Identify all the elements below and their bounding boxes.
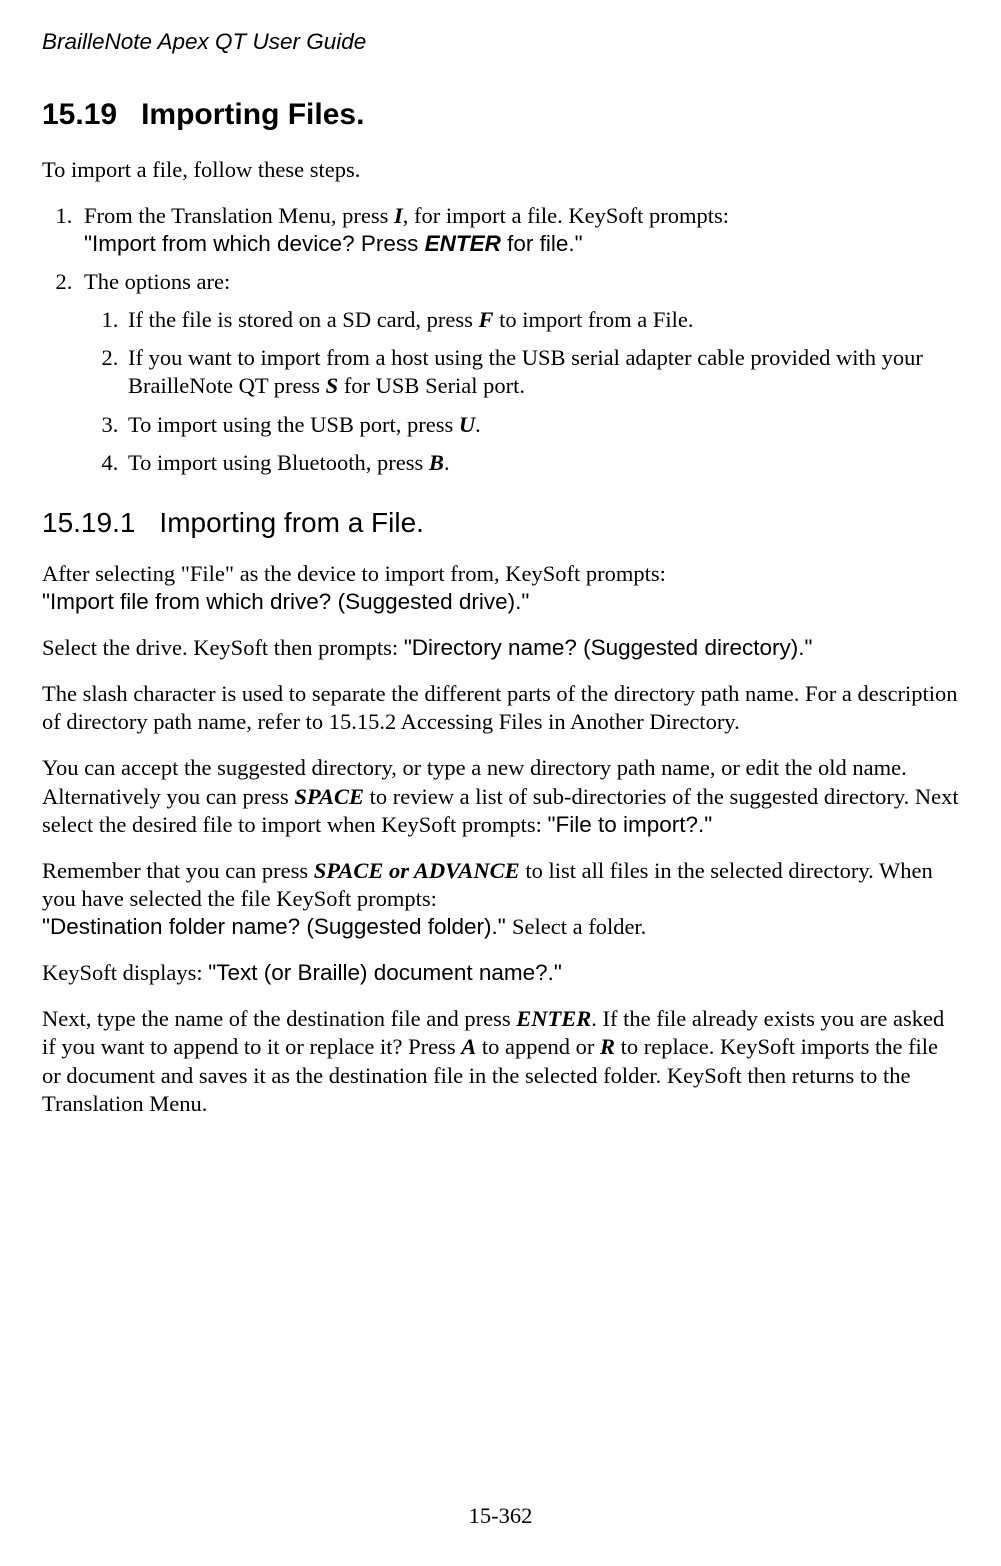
step-1: From the Translation Menu, press I, for … <box>78 202 959 258</box>
p1-line1: After selecting "File" as the device to … <box>42 561 666 586</box>
p5-c: Select a folder. <box>512 914 646 939</box>
section-title: Importing Files. <box>141 98 364 131</box>
keycap-U: U <box>459 412 475 437</box>
step-1-pre: From the Translation Menu, press <box>84 203 394 228</box>
subsection-heading: 15.19.1 Importing from a File. <box>42 505 959 540</box>
step-2-lead: The options are: <box>84 269 230 294</box>
option-2-post: for USB Serial port. <box>338 373 525 398</box>
keycap-B: B <box>429 450 444 475</box>
option-1-pre: If the file is stored on a SD card, pres… <box>128 307 479 332</box>
step-1-post: , for import a file. KeySoft prompts: <box>403 203 729 228</box>
p-after-select-file: After selecting "File" as the device to … <box>42 560 959 616</box>
prompt-file-to-import: "File to import?." <box>548 812 713 837</box>
p-slash-explain: The slash character is used to separate … <box>42 680 959 736</box>
keycap-I: I <box>394 203 403 228</box>
intro-paragraph: To import a file, follow these steps. <box>42 156 959 184</box>
option-4-post: . <box>444 450 450 475</box>
p-select-drive: Select the drive. KeySoft then prompts: … <box>42 634 959 662</box>
steps-list: From the Translation Menu, press I, for … <box>42 202 959 477</box>
p7-a: Next, type the name of the destination f… <box>42 1006 516 1031</box>
keycap-SPACE-ADVANCE: SPACE or ADVANCE <box>314 858 520 883</box>
keycap-ENTER: ENTER <box>425 231 501 256</box>
prompt-directory-name: "Directory name? (Suggested directory)." <box>404 635 813 660</box>
subsection-title: Importing from a File. <box>159 507 424 538</box>
options-list: If the file is stored on a SD card, pres… <box>84 306 959 477</box>
p5-a: Remember that you can press <box>42 858 314 883</box>
p-next-type-name: Next, type the name of the destination f… <box>42 1005 959 1118</box>
keycap-R: R <box>600 1034 615 1059</box>
prompt-document-name: "Text (or Braille) document name?." <box>208 960 562 985</box>
p-keysoft-displays: KeySoft displays: "Text (or Braille) doc… <box>42 959 959 987</box>
p-accept-directory: You can accept the suggested directory, … <box>42 754 959 838</box>
doc-header: BrailleNote Apex QT User Guide <box>42 28 959 56</box>
keycap-A: A <box>461 1034 476 1059</box>
option-3: To import using the USB port, press U. <box>124 411 959 439</box>
p-remember-space: Remember that you can press SPACE or ADV… <box>42 857 959 941</box>
p6-a: KeySoft displays: <box>42 960 208 985</box>
option-4-pre: To import using Bluetooth, press <box>128 450 429 475</box>
prompt-destination-folder: "Destination folder name? (Suggested fol… <box>42 914 512 939</box>
option-4: To import using Bluetooth, press B. <box>124 449 959 477</box>
prompt-import-device-post: for file." <box>501 231 583 256</box>
option-1-post: to import from a File. <box>494 307 694 332</box>
option-2-pre: If you want to import from a host using … <box>128 345 923 398</box>
option-2: If you want to import from a host using … <box>124 344 959 400</box>
prompt-import-device-pre: "Import from which device? Press <box>84 231 425 256</box>
keycap-ENTER-2: ENTER <box>516 1006 591 1031</box>
option-3-post: . <box>475 412 481 437</box>
option-3-pre: To import using the USB port, press <box>128 412 459 437</box>
section-heading: 15.19 Importing Files. <box>42 96 959 134</box>
prompt-import-drive: "Import file from which drive? (Suggeste… <box>42 589 529 614</box>
p7-c: to append or <box>476 1034 600 1059</box>
option-1: If the file is stored on a SD card, pres… <box>124 306 959 334</box>
keycap-SPACE: SPACE <box>294 784 364 809</box>
step-2: The options are: If the file is stored o… <box>78 268 959 477</box>
section-number: 15.19 <box>42 98 117 131</box>
keycap-S: S <box>326 373 339 398</box>
keycap-F: F <box>479 307 494 332</box>
subsection-number: 15.19.1 <box>42 507 135 538</box>
page-footer: 15-362 <box>0 1502 1001 1530</box>
p2-pre: Select the drive. KeySoft then prompts: <box>42 635 404 660</box>
